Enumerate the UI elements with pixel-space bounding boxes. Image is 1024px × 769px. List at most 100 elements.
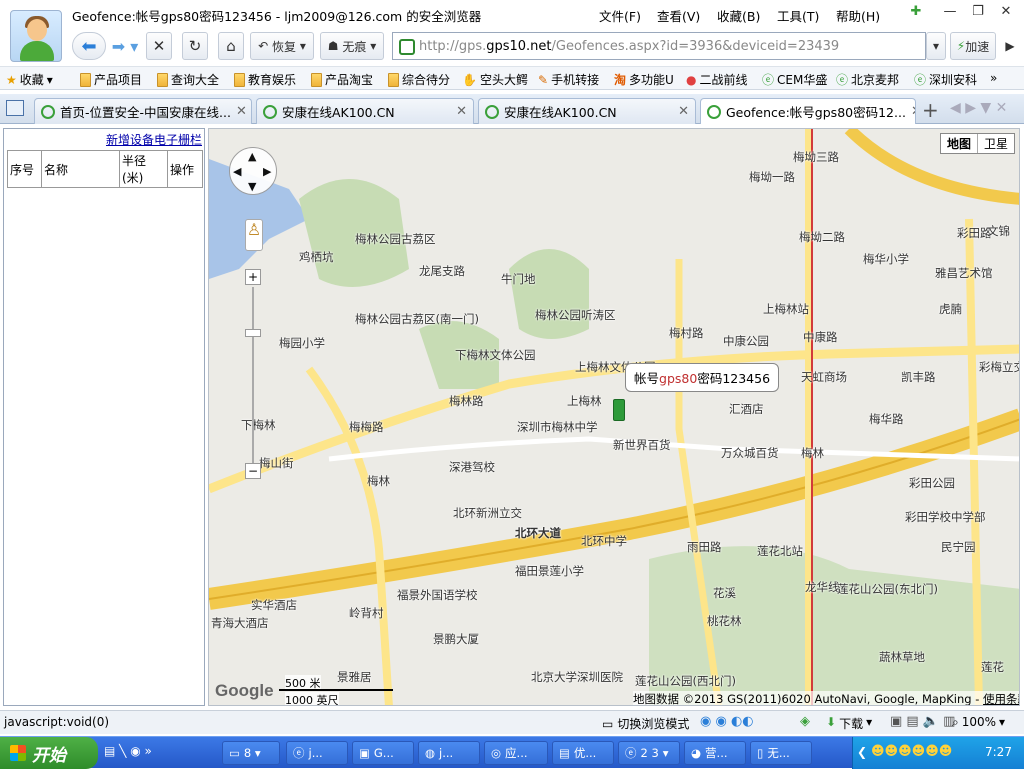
minimize-button[interactable]: — xyxy=(940,4,960,22)
map-label: 深圳市梅林中学 xyxy=(517,420,598,434)
tab-ak100-2[interactable]: 安康在线AK100.CN ✕ xyxy=(478,98,696,124)
favorites-menu[interactable]: ★ 收藏 ▾ xyxy=(6,71,53,88)
tools-icons[interactable]: ▣ ▤ 🔈 ▥ xyxy=(890,714,955,729)
zoom-out-button[interactable]: − xyxy=(245,463,261,479)
app-icon: ▣ xyxy=(359,746,370,760)
map-label: 北环中学 xyxy=(581,534,627,548)
bookmarks-bar: ★ 收藏 ▾ 产品项目 查询大全 教育娱乐 产品淘宝 综合待分 ✋ 空头大鳄 ✎ 手机转… xyxy=(0,66,1024,90)
browse-mode-button[interactable]: ▭ 切换浏览模式 xyxy=(602,715,689,732)
tab-nav-arrows[interactable]: ◀ ▶ ▼ ✕ xyxy=(950,100,1007,116)
bookmark-item[interactable]: ● 二战前线 xyxy=(686,71,748,88)
tray-expand-icon[interactable]: ❮ xyxy=(857,745,867,759)
column-header: 半径(米) xyxy=(119,150,168,188)
skin-icon[interactable]: ✚ xyxy=(906,4,926,22)
bookmark-item[interactable]: ⓔ 深圳安科 xyxy=(914,71,977,88)
taskbar-item[interactable]: ◍ j... xyxy=(418,741,480,765)
close-tab-icon[interactable]: ✕ xyxy=(236,104,247,119)
go-button[interactable]: ▶ xyxy=(1000,32,1020,60)
bookmark-item[interactable]: ✋ 空头大鳄 xyxy=(462,71,528,88)
pan-control[interactable]: ▲ ▼ ◀ ▶ xyxy=(229,147,277,195)
bookmarks-overflow[interactable]: » xyxy=(990,71,997,85)
stop-button[interactable]: ✕ xyxy=(146,32,172,60)
restore-button[interactable]: ↶ 恢复 ▾ xyxy=(250,32,314,60)
zoom-track[interactable] xyxy=(252,287,254,463)
zoom-in-button[interactable]: + xyxy=(245,269,261,285)
menu-favorites[interactable]: 收藏(B) xyxy=(717,6,760,25)
address-bar[interactable]: http://gps. gps10.net/Geofences.aspx?id=3… xyxy=(392,32,926,60)
bookmark-item[interactable]: ⓔ 北京麦邦 xyxy=(836,71,899,88)
menu-file[interactable]: 文件(F) xyxy=(599,6,641,25)
bookmark-item[interactable]: 产品项目 xyxy=(80,71,142,88)
taskbar-item[interactable]: ◎ 应... xyxy=(484,741,548,765)
pan-right-icon[interactable]: ▶ xyxy=(263,165,271,178)
tab-geofence[interactable]: Geofence:帐号gps80密码12... ✕ xyxy=(700,98,916,124)
pan-down-icon[interactable]: ▼ xyxy=(248,180,256,193)
clock[interactable]: 7:27 xyxy=(985,745,1012,759)
taskbar-item[interactable]: ▭ 8 ▾ xyxy=(222,741,280,765)
device-marker-icon[interactable] xyxy=(613,399,625,421)
start-button[interactable]: 开始 xyxy=(0,737,98,769)
bookmark-item[interactable]: 综合待分 xyxy=(388,71,450,88)
new-tab-button[interactable]: + xyxy=(922,98,939,122)
street-view-pegman-icon[interactable]: ♙ xyxy=(245,219,263,251)
accelerate-button[interactable]: ⚡ 加速 xyxy=(950,32,996,60)
taskbar-item[interactable]: ▤ 优... xyxy=(552,741,614,765)
map-label: 梅坳一路 xyxy=(749,170,795,184)
map-type-satellite-button[interactable]: 卫星 xyxy=(976,134,1014,153)
quick-launch-icons[interactable]: ▤ ╲ ◉ » xyxy=(104,744,152,758)
tab-ak100-1[interactable]: 安康在线AK100.CN ✕ xyxy=(256,98,474,124)
menu-view[interactable]: 查看(V) xyxy=(657,6,700,25)
home-icon: ⌂ xyxy=(226,37,236,55)
bookmark-label: 综合待分 xyxy=(402,73,451,87)
close-tab-icon[interactable]: ✕ xyxy=(911,104,915,119)
refresh-button[interactable]: ↻ xyxy=(182,32,208,60)
bookmark-item[interactable]: 查询大全 xyxy=(157,71,219,88)
taskbar-item[interactable]: ⓔ 2 3 ▾ xyxy=(618,741,680,765)
zoom-slider[interactable]: + − xyxy=(245,269,261,479)
bookmark-item[interactable]: 产品淘宝 xyxy=(311,71,373,88)
tray-qq-icons[interactable]: ☻☻☻☻☻☻ xyxy=(871,744,952,759)
back-button[interactable]: ⬅ xyxy=(72,32,106,60)
pan-left-icon[interactable]: ◀ xyxy=(233,165,241,178)
maximize-button[interactable]: ❐ xyxy=(968,4,988,22)
device-marker-label[interactable]: 帐号gps80密码123456 xyxy=(625,363,780,392)
taskbar-item[interactable]: ▯ 无... xyxy=(750,741,812,765)
taskbar-item[interactable]: ⓔ j... xyxy=(286,741,348,765)
map-view[interactable]: 梅林公园古荔区 鸡栖坑 龙尾支路 牛门地 梅林公园听涛区 梅林公园古荔区(南一门… xyxy=(208,128,1020,706)
taskbar-item[interactable]: ◕ 营... xyxy=(684,741,746,765)
address-dropdown[interactable]: ▾ xyxy=(926,32,946,60)
tab-home[interactable]: 首页-位置安全-中国安康在线... ✕ xyxy=(34,98,252,124)
map-type-roadmap-button[interactable]: 地图 xyxy=(941,134,977,153)
map-label: 天虹商场 xyxy=(801,370,847,384)
zoom-thumb[interactable] xyxy=(245,329,261,337)
taskbar-label: 营... xyxy=(705,746,728,760)
status-icons[interactable]: ◉ ◉ ◐◐ xyxy=(700,714,754,729)
home-button[interactable]: ⌂ xyxy=(218,32,244,60)
user-avatar[interactable] xyxy=(10,10,62,62)
zoom-level[interactable]: ⌕ 100% ▾ xyxy=(952,715,1005,730)
pan-up-icon[interactable]: ▲ xyxy=(248,150,256,163)
menu-tools[interactable]: 工具(T) xyxy=(777,6,819,25)
taskbar-item[interactable]: ▣ G... xyxy=(352,741,414,765)
close-tab-icon[interactable]: ✕ xyxy=(456,104,467,119)
bookmark-item[interactable]: ✎ 手机转接 xyxy=(538,71,599,88)
menu-help[interactable]: 帮助(H) xyxy=(836,6,880,25)
bookmark-item[interactable]: 教育娱乐 xyxy=(234,71,296,88)
new-geofence-link[interactable]: 新增设备电子栅栏 xyxy=(4,131,202,148)
close-tab-icon[interactable]: ✕ xyxy=(678,104,689,119)
incognito-button[interactable]: ☗ 无痕 ▾ xyxy=(320,32,384,60)
sidebar-toggle-icon[interactable] xyxy=(6,100,24,116)
terms-link[interactable]: 使用条款 xyxy=(983,692,1019,705)
bookmark-item[interactable]: ⓔ CEM华盛 xyxy=(762,71,827,88)
download-button[interactable]: ⬇ 下载 ▾ xyxy=(826,715,872,732)
map-label: 梅林 xyxy=(801,446,824,460)
status-icon[interactable]: ◈ xyxy=(800,714,810,729)
close-window-button[interactable]: ✕ xyxy=(996,4,1016,22)
column-header: 序号 xyxy=(7,150,42,188)
url-suffix: /Geofences.aspx?id=3936&deviceid=23439 xyxy=(551,38,840,54)
forward-button[interactable]: ➡ ▾ xyxy=(110,32,140,60)
marker-label-highlight: gps80 xyxy=(659,371,698,386)
bookmark-item[interactable]: 淘多功能U xyxy=(614,71,674,88)
windows-logo-icon xyxy=(10,745,26,761)
map-label: 岭背村 xyxy=(349,606,384,620)
